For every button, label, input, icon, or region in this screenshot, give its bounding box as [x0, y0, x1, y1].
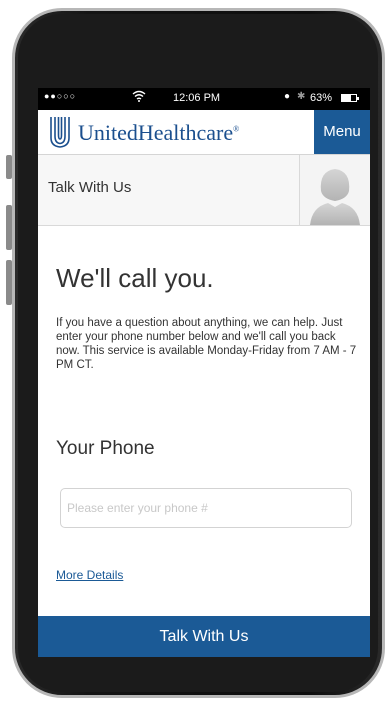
unitedhealthcare-logo-icon	[50, 116, 70, 148]
phone-number-input[interactable]	[60, 488, 352, 528]
volume-down-button	[6, 260, 12, 305]
signal-strength: ●●○○○	[44, 91, 77, 101]
more-details-link[interactable]: More Details	[56, 568, 123, 582]
talk-with-us-banner: Talk With Us	[38, 155, 370, 226]
volume-up-button	[6, 205, 12, 250]
talk-with-us-button[interactable]: Talk With Us	[38, 616, 370, 657]
battery-icon	[341, 94, 359, 102]
menu-button[interactable]: Menu	[314, 110, 370, 154]
phone-screen: ●●○○○ 12:06 PM ● ✱ 63% UnitedHealthcare®…	[38, 88, 370, 657]
service-description: If you have a question about anything, w…	[56, 317, 357, 371]
mute-switch	[6, 155, 12, 179]
brand-name: UnitedHealthcare®	[78, 120, 240, 145]
avatar	[299, 155, 370, 225]
page-headline: We'll call you.	[56, 263, 214, 293]
status-time: 12:06 PM	[173, 92, 221, 104]
phone-field-label: Your Phone	[56, 438, 155, 459]
section-title: Talk With Us	[48, 179, 132, 196]
orientation-lock-icon: ●	[284, 91, 291, 102]
bluetooth-icon: ✱	[297, 91, 306, 102]
battery-percent: 63%	[310, 92, 333, 104]
status-bar: ●●○○○ 12:06 PM ● ✱ 63%	[38, 88, 370, 110]
person-silhouette-icon	[310, 169, 360, 225]
app-header: UnitedHealthcare® Menu	[38, 110, 370, 155]
wifi-icon	[132, 90, 146, 105]
